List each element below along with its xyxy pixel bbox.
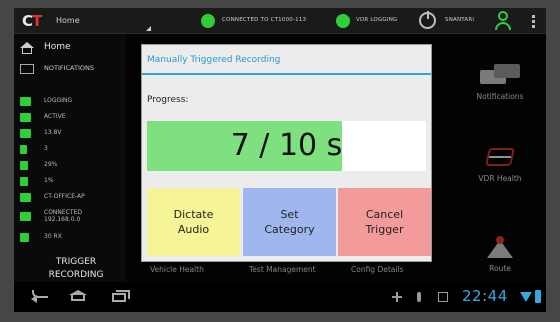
connection-status-text: CONNECTED TO CT1000-113 xyxy=(222,17,307,23)
dictate-audio-button[interactable]: Dictate Audio xyxy=(147,188,240,256)
status-row-signal: CONNECTED 192.168.0.0 xyxy=(20,208,124,228)
status-row-rx: 30 RX xyxy=(20,232,124,244)
device-frame: CT Home CONNECTED TO CT1000-113 VDR LOGG… xyxy=(0,0,560,322)
signal-icon xyxy=(20,212,31,221)
tablet-screen: CT Home CONNECTED TO CT1000-113 VDR LOGG… xyxy=(14,8,546,312)
home-icon xyxy=(20,42,34,54)
usb-icon xyxy=(392,292,402,302)
list-icon xyxy=(20,64,34,74)
satellite-icon xyxy=(20,145,27,154)
recent-apps-icon[interactable] xyxy=(112,290,130,302)
recording-dialog: Manually Triggered Recording Progress: 7… xyxy=(141,44,432,262)
sidebar-item-notifications[interactable]: NOTIFICATIONS xyxy=(18,62,122,76)
android-nav-bar: 22:44 xyxy=(14,282,546,312)
status-row-network: CT-OFFICE-AP xyxy=(20,192,124,204)
user-name: SNANTARI xyxy=(445,17,475,23)
sidebar: Home NOTIFICATIONS LOGGING ACTIVE 13.8V … xyxy=(14,34,126,282)
trigger-recording-button[interactable]: TRIGGER RECORDING xyxy=(32,256,120,282)
connection-status-icon xyxy=(201,14,215,28)
cancel-trigger-button[interactable]: Cancel Trigger xyxy=(338,188,431,256)
battery-status-icon xyxy=(535,290,541,303)
status-bar: CT Home CONNECTED TO CT1000-113 VDR LOGG… xyxy=(14,8,546,34)
overflow-menu-icon[interactable] xyxy=(532,15,535,28)
home-nav-icon[interactable] xyxy=(69,290,87,302)
sidebar-item-home[interactable]: Home xyxy=(18,40,118,56)
user-icon[interactable] xyxy=(494,11,512,31)
status-row-disk: 29% xyxy=(20,160,124,172)
screenshot-icon xyxy=(438,292,448,302)
progress-label: Progress: xyxy=(147,95,189,105)
dropdown-corner-icon xyxy=(146,26,151,31)
dialog-title-bar: Manually Triggered Recording xyxy=(142,45,431,75)
logging-status-icon xyxy=(336,14,350,28)
power-icon[interactable] xyxy=(419,11,436,29)
back-icon[interactable] xyxy=(31,290,50,303)
app-logo: CT xyxy=(22,12,42,30)
battery-icon xyxy=(20,129,31,138)
network-icon xyxy=(20,193,31,202)
disk-icon xyxy=(20,161,28,170)
clock[interactable]: 22:44 xyxy=(462,287,508,305)
wifi-icon xyxy=(520,292,532,302)
status-row-logging: LOGGING xyxy=(20,96,124,108)
logging-status-text: VDR LOGGING xyxy=(356,17,398,23)
current-screen-label: Home xyxy=(56,16,80,25)
progress-bar: 7 / 10 s xyxy=(147,121,426,171)
status-row-voltage: 13.8V xyxy=(20,128,124,140)
dialog-title: Manually Triggered Recording xyxy=(147,55,281,65)
status-row-ignition: ACTIVE xyxy=(20,112,124,124)
rx-icon xyxy=(20,233,29,242)
set-category-button[interactable]: Set Category xyxy=(243,188,336,256)
debug-icon xyxy=(414,292,424,302)
progress-text: 7 / 10 s xyxy=(230,128,343,163)
ignition-icon xyxy=(20,113,31,122)
status-row-memory: 1% xyxy=(20,176,124,188)
status-row-satellites: 3 xyxy=(20,144,124,156)
logging-icon xyxy=(20,97,31,106)
memory-icon xyxy=(20,177,28,186)
